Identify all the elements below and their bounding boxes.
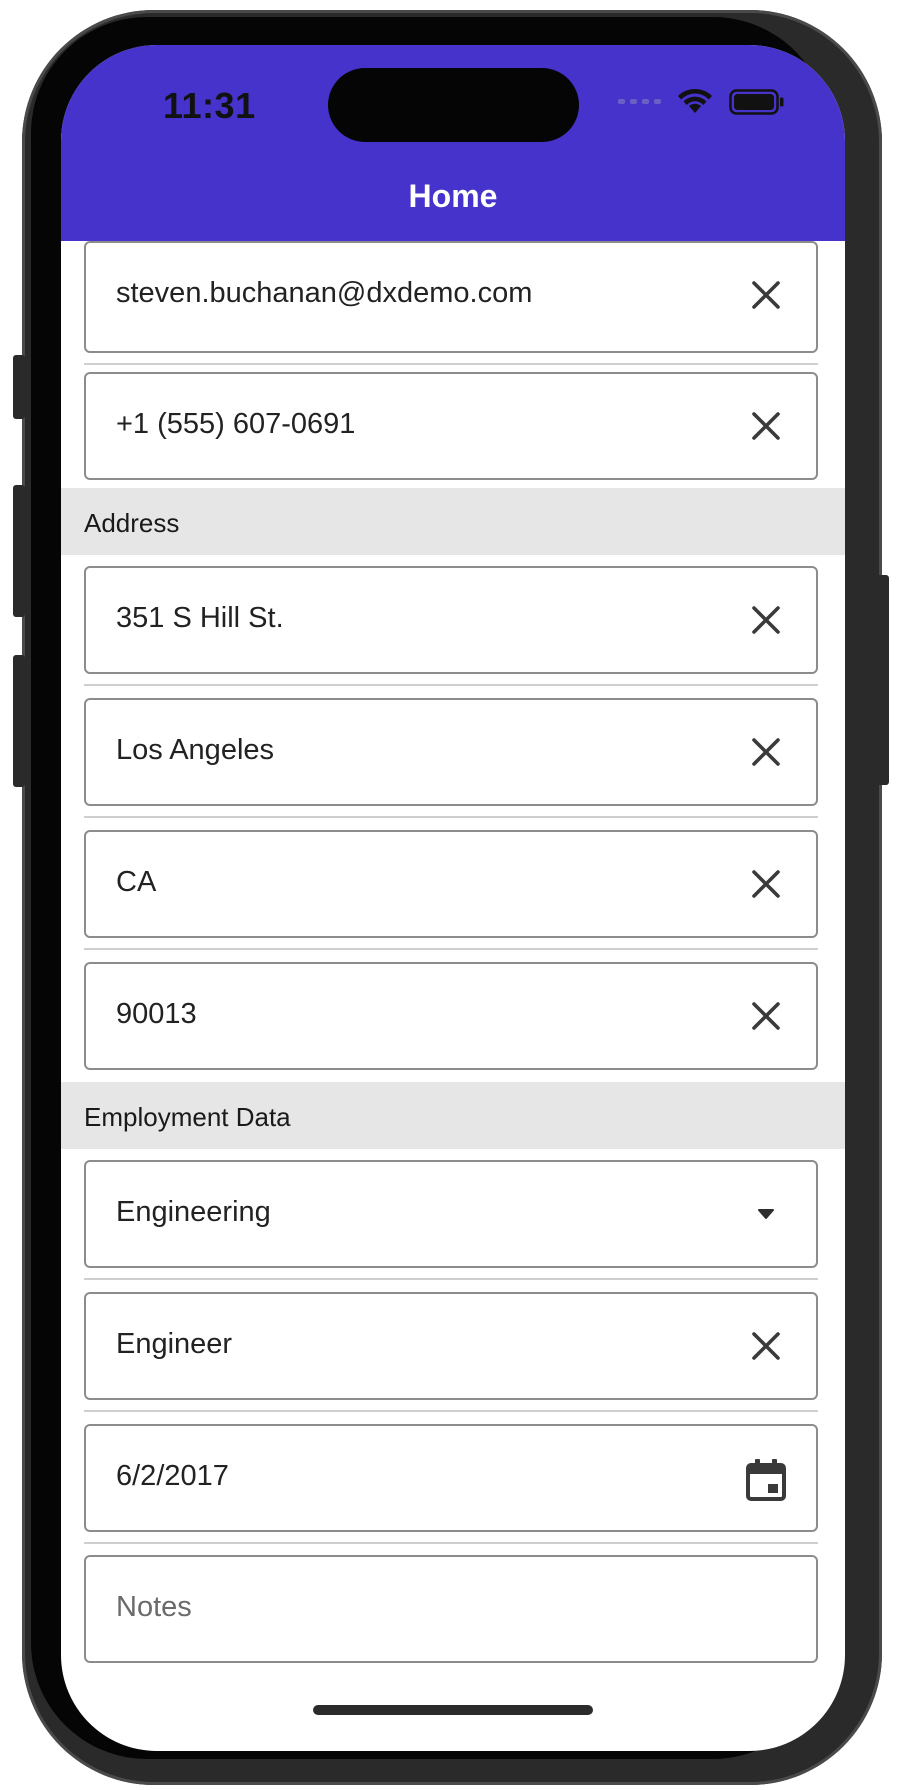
hire-date-value: 6/2/2017 [116, 1460, 229, 1492]
battery-icon [729, 88, 784, 115]
close-icon [752, 870, 780, 898]
city-value: Los Angeles [116, 734, 275, 766]
address-section-label: Address [84, 508, 180, 538]
zip-value: 90013 [116, 998, 197, 1030]
app-header: 11:31 Home [61, 45, 845, 241]
street-field[interactable]: 351 S Hill St. [84, 566, 818, 674]
clear-street-button[interactable] [744, 598, 788, 642]
volume-down-button [13, 655, 25, 787]
close-icon [752, 281, 780, 309]
department-dropdown-toggle[interactable] [744, 1192, 788, 1236]
divider [84, 1542, 818, 1544]
position-value: Engineer [116, 1328, 233, 1360]
department-dropdown[interactable]: Engineering [84, 1160, 818, 1268]
zip-field[interactable]: 90013 [84, 962, 818, 1070]
notes-field[interactable]: Notes [84, 1555, 818, 1663]
employment-section-header: Employment Data [61, 1082, 845, 1149]
phone-field[interactable]: +1 (555) 607-0691 [84, 372, 818, 480]
date-picker-button[interactable] [744, 1458, 788, 1502]
city-field[interactable]: Los Angeles [84, 698, 818, 806]
cellular-signal-icon [618, 99, 661, 104]
close-icon [752, 1332, 780, 1360]
close-icon [752, 1002, 780, 1030]
clear-email-button[interactable] [744, 273, 788, 317]
clear-phone-button[interactable] [744, 404, 788, 448]
department-value: Engineering [116, 1196, 271, 1228]
wifi-icon [678, 88, 712, 113]
status-indicators [618, 88, 785, 115]
action-button [13, 355, 25, 419]
divider [84, 684, 818, 686]
volume-up-button [13, 485, 25, 617]
state-value: CA [116, 866, 157, 898]
address-section-header: Address [61, 488, 845, 555]
clear-city-button[interactable] [744, 730, 788, 774]
state-field[interactable]: CA [84, 830, 818, 938]
dynamic-island [328, 68, 579, 142]
divider [84, 1278, 818, 1280]
employment-section-label: Employment Data [84, 1102, 291, 1132]
position-field[interactable]: Engineer [84, 1292, 818, 1400]
phone-value: +1 (555) 607-0691 [116, 408, 356, 440]
email-value: steven.buchanan@dxdemo.com [116, 277, 533, 309]
divider [84, 816, 818, 818]
app-screen: 11:31 Home steven.buchanan@dxdemo.com +1… [61, 45, 845, 1751]
clear-position-button[interactable] [744, 1324, 788, 1368]
divider [84, 948, 818, 950]
close-icon [752, 738, 780, 766]
divider [84, 363, 818, 365]
divider [84, 1410, 818, 1412]
close-icon [752, 412, 780, 440]
status-time: 11:31 [163, 85, 256, 126]
email-field[interactable]: steven.buchanan@dxdemo.com [84, 241, 818, 353]
close-icon [752, 606, 780, 634]
hire-date-field[interactable]: 6/2/2017 [84, 1424, 818, 1532]
street-value: 351 S Hill St. [116, 602, 284, 634]
clear-zip-button[interactable] [744, 994, 788, 1038]
calendar-icon [746, 1459, 786, 1501]
power-button [877, 575, 889, 785]
caret-down-icon [758, 1209, 774, 1219]
clear-state-button[interactable] [744, 862, 788, 906]
page-title: Home [408, 178, 498, 214]
notes-placeholder: Notes [116, 1591, 192, 1623]
home-indicator[interactable] [313, 1705, 593, 1715]
